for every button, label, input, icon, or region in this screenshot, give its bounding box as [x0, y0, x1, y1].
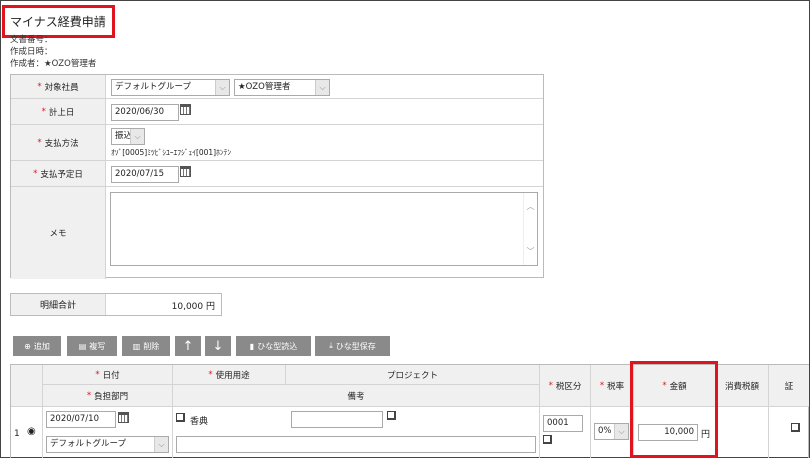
chevron-down-icon: ⌵	[215, 80, 229, 95]
total-value: 10,000 円	[171, 302, 215, 312]
row-tax-rate-select[interactable]: 0% ⌵	[594, 423, 629, 440]
row-remarks-input[interactable]	[176, 436, 536, 453]
row-handle-header	[11, 365, 43, 407]
row-purpose-cell: 香典	[173, 407, 286, 434]
payment-method-select[interactable]: 振込 ⌵	[111, 128, 145, 145]
chevron-down-icon: ⌵	[315, 80, 329, 95]
row-number: 1	[14, 429, 20, 439]
save-template-button[interactable]: ⤓ ひな型保存	[315, 336, 390, 356]
receipt-icon[interactable]	[791, 423, 800, 433]
row-tax-category-cell: 0001	[540, 407, 591, 458]
pay-date-label: * 支払予定日	[11, 161, 106, 186]
payment-label: * 支払方法	[11, 125, 106, 160]
chevron-down-icon: ⌵	[130, 129, 144, 144]
employee-select[interactable]: ★OZO管理者 ⌵	[234, 79, 330, 96]
row-project-cell	[286, 407, 540, 434]
plus-circle-icon: ⊕	[24, 341, 31, 351]
row-purpose-text: 香典	[190, 417, 209, 427]
col-tax-category: * 税区分	[540, 365, 591, 407]
group-select[interactable]: デフォルトグループ ⌵	[111, 79, 230, 96]
copy-row-button[interactable]: ▤ 複写	[67, 336, 117, 356]
memo-scrollbar[interactable]: ︿ ﹀	[523, 193, 537, 265]
calendar-icon[interactable]	[118, 412, 129, 423]
row-tax-rate-cell: 0% ⌵	[591, 407, 634, 458]
amount-highlight	[630, 361, 718, 458]
chevron-down-icon: ⌵	[614, 424, 628, 439]
pay-date-row: * 支払予定日 2020/07/15	[11, 161, 543, 187]
table-row: 2020/07/10 デフォルトグループ ⌵	[43, 407, 173, 458]
pay-date-input[interactable]: 2020/07/15	[111, 166, 179, 183]
col-remarks: 備考	[173, 385, 540, 407]
date-row: * 計上日 2020/06/30	[11, 99, 543, 125]
employee-label: * 対象社員	[11, 75, 106, 98]
row-consumption-tax-cell	[716, 407, 769, 458]
row-tax-category-input[interactable]: 0001	[543, 415, 583, 432]
total-box: 明細合計 10,000 円	[10, 293, 222, 316]
row-receipt-cell	[769, 407, 809, 458]
payment-row: * 支払方法 振込 ⌵ ｵｿﾞ[0005]ﾐﾂﾋﾞｼﾕｰｴﾌｼﾞｪｲ[001]ﾎﾝﾃ…	[11, 125, 543, 161]
tax-picker-icon[interactable]	[543, 435, 552, 445]
move-down-button[interactable]: ↓	[205, 336, 231, 356]
col-tax-rate: * 税率	[591, 365, 634, 407]
date-input[interactable]: 2020/06/30	[111, 104, 179, 121]
col-department: * 負担部門	[43, 385, 173, 407]
col-receipt: 証	[769, 365, 809, 407]
copy-icon: ▤	[78, 341, 87, 351]
arrow-down-icon: ↓	[212, 338, 224, 354]
col-project: プロジェクト	[286, 365, 540, 385]
row-department-select[interactable]: デフォルトグループ ⌵	[46, 436, 169, 453]
arrow-up-icon: ↑	[182, 338, 194, 354]
created-at: 作成日時：	[10, 47, 53, 57]
memo-textarea[interactable]: ︿ ﹀	[110, 192, 538, 266]
bank-account-text: ｵｿﾞ[0005]ﾐﾂﾋﾞｼﾕｰｴﾌｼﾞｪｲ[001]ﾎﾝﾃﾝ	[111, 148, 232, 157]
doc-number: 文書番号：	[10, 35, 53, 45]
trash-icon: ▥	[132, 341, 141, 351]
page-title: マイナス経費申請	[10, 15, 106, 29]
purpose-picker-icon[interactable]	[176, 413, 185, 423]
memo-label: メモ	[11, 187, 106, 279]
move-up-button[interactable]: ↑	[175, 336, 201, 356]
col-consumption-tax: 消費税額	[716, 365, 769, 407]
delete-row-button[interactable]: ▥ 削除	[122, 336, 170, 356]
row-remarks-cell	[173, 434, 540, 458]
bookmark-icon: ▮	[249, 341, 255, 351]
author: 作成者：★OZO管理者	[10, 59, 97, 69]
add-row-button[interactable]: ⊕ 追加	[13, 336, 61, 356]
download-icon: ⤓	[329, 341, 333, 350]
calendar-icon[interactable]	[180, 104, 191, 115]
employee-row: * 対象社員 デフォルトグループ ⌵ ★OZO管理者 ⌵	[11, 75, 543, 99]
row-select-radio[interactable]: ◉	[27, 426, 36, 437]
row-project-input[interactable]	[291, 411, 383, 428]
row-date-input[interactable]: 2020/07/10	[46, 411, 116, 428]
row-handle: 1 ◉	[11, 407, 43, 458]
date-label: * 計上日	[11, 99, 106, 124]
chevron-down-icon: ⌵	[154, 437, 168, 452]
project-picker-icon[interactable]	[387, 411, 396, 421]
calendar-icon[interactable]	[180, 166, 191, 177]
col-purpose: * 使用用途	[173, 365, 286, 385]
load-template-button[interactable]: ▮ ひな型読込	[236, 336, 311, 356]
total-label: 明細合計	[11, 294, 106, 315]
col-date: * 日付	[43, 365, 173, 385]
